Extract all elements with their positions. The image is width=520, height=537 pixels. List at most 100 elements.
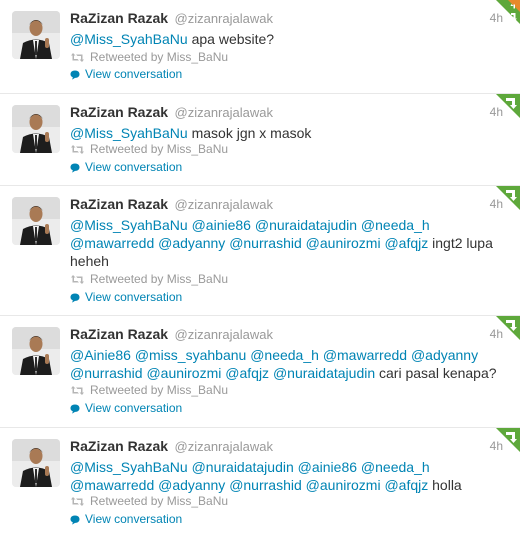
retweet-corner-icon [496,186,520,210]
mention-link[interactable]: @mawarredd [70,235,154,251]
mention-link[interactable]: @nurrashid [70,365,143,381]
author-username[interactable]: @zizanrajalawak [175,327,273,342]
mention-link[interactable]: @Ainie86 [70,347,131,363]
mention-link[interactable]: @Miss_SyahBaNu [70,31,188,47]
conversation-bubble-icon [70,293,80,303]
mention-link[interactable]: @mawarredd [70,477,154,493]
tweet-text-line: @Miss_SyahBaNu @nuraidatajudin @ainie86 … [70,458,510,476]
view-conversation-link[interactable]: View conversation [70,290,182,304]
avatar[interactable] [12,11,60,59]
avatar[interactable] [12,105,60,153]
conversation-bubble-icon [70,70,80,80]
mention-link[interactable]: @aunirozmi [306,235,381,251]
tweet-text-segment: holla [428,477,462,493]
tweet-text-segment: heheh [70,253,109,269]
retweet-icon [71,53,84,63]
retweeted-by: Retweeted by Miss_BaNu [70,494,228,508]
tweet[interactable]: RaZizan Razak @zizanrajalawak 4h @Miss_S… [0,94,520,186]
tweet-text-line: @Miss_SyahBaNu masok jgn x masok [70,124,510,142]
mention-link[interactable]: @aunirozmi [146,365,221,381]
avatar[interactable] [12,439,60,487]
mention-link[interactable]: @Miss_SyahBaNu [70,217,188,233]
author-username[interactable]: @zizanrajalawak [175,439,273,454]
reply-retweet-corner-icon [496,0,520,24]
retweeted-by: Retweeted by Miss_BaNu [70,272,228,286]
view-conversation-link[interactable]: View conversation [70,160,182,174]
mention-link[interactable]: @nuraidatajudin [255,217,357,233]
retweet-corner-icon [496,316,520,340]
author-username[interactable]: @zizanrajalawak [175,197,273,212]
tweet[interactable]: RaZizan Razak @zizanrajalawak 4h @Miss_S… [0,0,520,94]
tweet-text-segment: masok jgn x masok [187,125,312,141]
timeline: RaZizan Razak @zizanrajalawak 4h @Miss_S… [0,0,520,537]
mention-link[interactable]: @Miss_SyahBaNu [70,125,188,141]
tweet-header: RaZizan Razak @zizanrajalawak 4h [70,438,520,456]
retweeted-by: Retweeted by Miss_BaNu [70,383,228,397]
author-username[interactable]: @zizanrajalawak [175,105,273,120]
retweeted-by: Retweeted by Miss_BaNu [70,142,228,156]
conversation-bubble-icon [70,515,80,525]
mention-link[interactable]: @nuraidatajudin [273,365,375,381]
mention-link[interactable]: @nurrashid [229,477,302,493]
mention-link[interactable]: @miss_syahbanu [135,347,247,363]
mention-link[interactable]: @adyanny [158,477,225,493]
tweet-header: RaZizan Razak @zizanrajalawak 4h [70,326,520,344]
conversation-bubble-icon [70,404,80,414]
tweet-text: @Miss_SyahBaNu @ainie86 @nuraidatajudin … [70,216,510,270]
author-name[interactable]: RaZizan Razak [70,326,168,342]
mention-link[interactable]: @afqjz [384,477,428,493]
tweet[interactable]: RaZizan Razak @zizanrajalawak 4h @Ainie8… [0,316,520,428]
mention-link[interactable]: @needa_h [250,347,319,363]
retweeted-by: Retweeted by Miss_BaNu [70,50,228,64]
retweet-icon [71,275,84,285]
mention-link[interactable]: @Miss_SyahBaNu [70,459,188,475]
tweet-text: @Miss_SyahBaNu apa website? [70,30,510,48]
tweet-text-line: @Miss_SyahBaNu @ainie86 @nuraidatajudin … [70,216,510,234]
avatar[interactable] [12,197,60,245]
mention-link[interactable]: @needa_h [361,217,430,233]
retweet-icon [71,386,84,396]
mention-link[interactable]: @nurrashid [229,235,302,251]
mention-link[interactable]: @afqjz [384,235,428,251]
tweet-text-segment: ingt2 lupa [428,235,493,251]
tweet-text-line: heheh [70,252,510,270]
tweet-text-segment: apa website? [187,31,275,47]
avatar[interactable] [12,327,60,375]
author-name[interactable]: RaZizan Razak [70,196,168,212]
author-name[interactable]: RaZizan Razak [70,438,168,454]
mention-link[interactable]: @aunirozmi [306,477,381,493]
tweet[interactable]: RaZizan Razak @zizanrajalawak 4h @Miss_S… [0,186,520,316]
mention-link[interactable]: @nuraidatajudin [192,459,294,475]
mention-link[interactable]: @adyanny [158,235,225,251]
tweet-text-segment: cari pasal kenapa? [375,365,497,381]
tweet-text: @Miss_SyahBaNu masok jgn x masok [70,124,510,142]
retweet-corner-icon [496,428,520,452]
tweet-header: RaZizan Razak @zizanrajalawak 4h [70,196,520,214]
view-conversation-link[interactable]: View conversation [70,512,182,526]
author-username[interactable]: @zizanrajalawak [175,11,273,26]
tweet-text-line: @mawarredd @adyanny @nurrashid @aunirozm… [70,476,510,494]
mention-link[interactable]: @mawarredd [323,347,407,363]
retweet-corner-icon [496,94,520,118]
tweet-header: RaZizan Razak @zizanrajalawak 4h [70,10,520,28]
author-name[interactable]: RaZizan Razak [70,104,168,120]
mention-link[interactable]: @ainie86 [298,459,357,475]
mention-link[interactable]: @adyanny [411,347,478,363]
conversation-bubble-icon [70,163,80,173]
tweet-text: @Miss_SyahBaNu @nuraidatajudin @ainie86 … [70,458,510,494]
tweet-text-line: @mawarredd @adyanny @nurrashid @aunirozm… [70,234,510,252]
tweet-text-line: @nurrashid @aunirozmi @afqjz @nuraidataj… [70,364,510,382]
tweet[interactable]: RaZizan Razak @zizanrajalawak 4h @Miss_S… [0,428,520,537]
mention-link[interactable]: @ainie86 [192,217,251,233]
author-name[interactable]: RaZizan Razak [70,10,168,26]
view-conversation-link[interactable]: View conversation [70,401,182,415]
tweet-text-line: @Ainie86 @miss_syahbanu @needa_h @mawarr… [70,346,510,364]
tweet-text-line: @Miss_SyahBaNu apa website? [70,30,510,48]
retweet-icon [71,145,84,155]
mention-link[interactable]: @afqjz [225,365,269,381]
tweet-text: @Ainie86 @miss_syahbanu @needa_h @mawarr… [70,346,510,382]
view-conversation-link[interactable]: View conversation [70,67,182,81]
tweet-header: RaZizan Razak @zizanrajalawak 4h [70,104,520,122]
mention-link[interactable]: @needa_h [361,459,430,475]
retweet-icon [71,497,84,507]
